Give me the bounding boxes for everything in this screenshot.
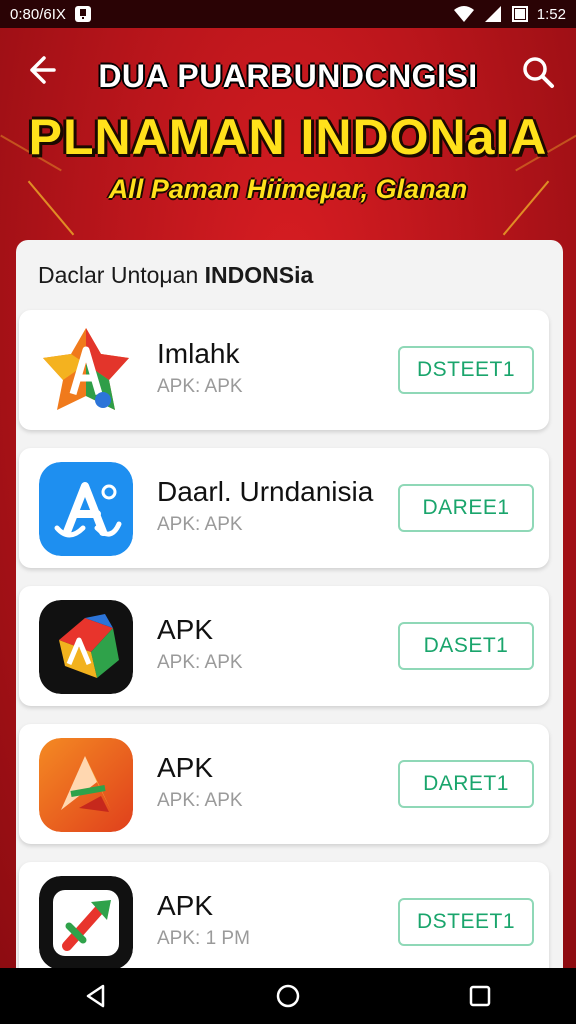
orange-a-icon bbox=[39, 738, 133, 832]
arrow-logo-icon bbox=[39, 876, 133, 968]
detail-button[interactable]: DASET1 bbox=[398, 622, 534, 670]
status-bar: 0:80/6IX 1:52 bbox=[0, 0, 576, 28]
app-card[interactable]: Imlahk APK: APK DSTEET1 bbox=[19, 310, 549, 430]
app-card[interactable]: APK APK: 1 PM DSTEET1 bbox=[19, 862, 549, 968]
app-name: APK bbox=[157, 614, 214, 645]
app-card[interactable]: APK APK: APK DARET1 bbox=[19, 724, 549, 844]
blue-a-icon bbox=[39, 462, 133, 556]
app-name: Daarl. Urndanisia bbox=[157, 476, 374, 507]
header-title-line1: DUA PUARBUNDCNGISI bbox=[98, 58, 478, 94]
orange-star-a-icon bbox=[39, 324, 133, 418]
detail-button[interactable]: DSTEET1 bbox=[398, 898, 534, 946]
colorful-cube-icon bbox=[39, 600, 133, 694]
panel-title-bold: INDONSia bbox=[204, 262, 314, 288]
navigation-bar bbox=[0, 968, 576, 1024]
app-name: APK bbox=[157, 752, 214, 783]
detail-button[interactable]: DARET1 bbox=[398, 760, 534, 808]
detail-button[interactable]: DAREE1 bbox=[398, 484, 534, 532]
app-subtitle: APK: APK bbox=[157, 376, 243, 397]
signal-icon bbox=[484, 6, 501, 22]
nav-back-icon[interactable] bbox=[83, 983, 109, 1009]
status-time: 1:52 bbox=[536, 5, 566, 23]
nav-recents-icon[interactable] bbox=[467, 983, 493, 1009]
app-subtitle: APK: APK bbox=[157, 790, 243, 811]
app-subtitle: APK: 1 PM bbox=[157, 928, 250, 949]
status-clock-left: 0:80/6IX bbox=[10, 5, 66, 23]
hero-banner: DUA PUARBUNDCNGISI PLNAMAN INDONaIA All … bbox=[0, 28, 576, 968]
app-name: APK bbox=[157, 890, 214, 921]
battery-icon bbox=[511, 6, 528, 22]
app-card[interactable]: APK APK: APK DASET1 bbox=[19, 586, 549, 706]
app-name: Imlahk bbox=[157, 338, 240, 369]
wifi-icon bbox=[453, 6, 474, 22]
app-subtitle: APK: APK bbox=[157, 514, 243, 535]
detail-button[interactable]: DSTEET1 bbox=[398, 346, 534, 394]
panel-title-prefix: Daclar Untoμan bbox=[38, 262, 205, 288]
app-list-panel: Daclar Untoμan INDONSia Imlahk APK: APK … bbox=[16, 240, 563, 968]
header-title-line2: PLNAMAN INDONaIA bbox=[28, 109, 548, 165]
app-card[interactable]: Daarl. Urndanisia APK: APK DAREE1 bbox=[19, 448, 549, 568]
nav-home-icon[interactable] bbox=[275, 983, 301, 1009]
notification-icon bbox=[74, 6, 91, 22]
panel-title: Daclar Untoμan INDONSia bbox=[38, 262, 313, 289]
app-subtitle: APK: APK bbox=[157, 652, 243, 673]
header-subtitle: All Paman Hiimeμar, Glanan bbox=[108, 174, 468, 204]
